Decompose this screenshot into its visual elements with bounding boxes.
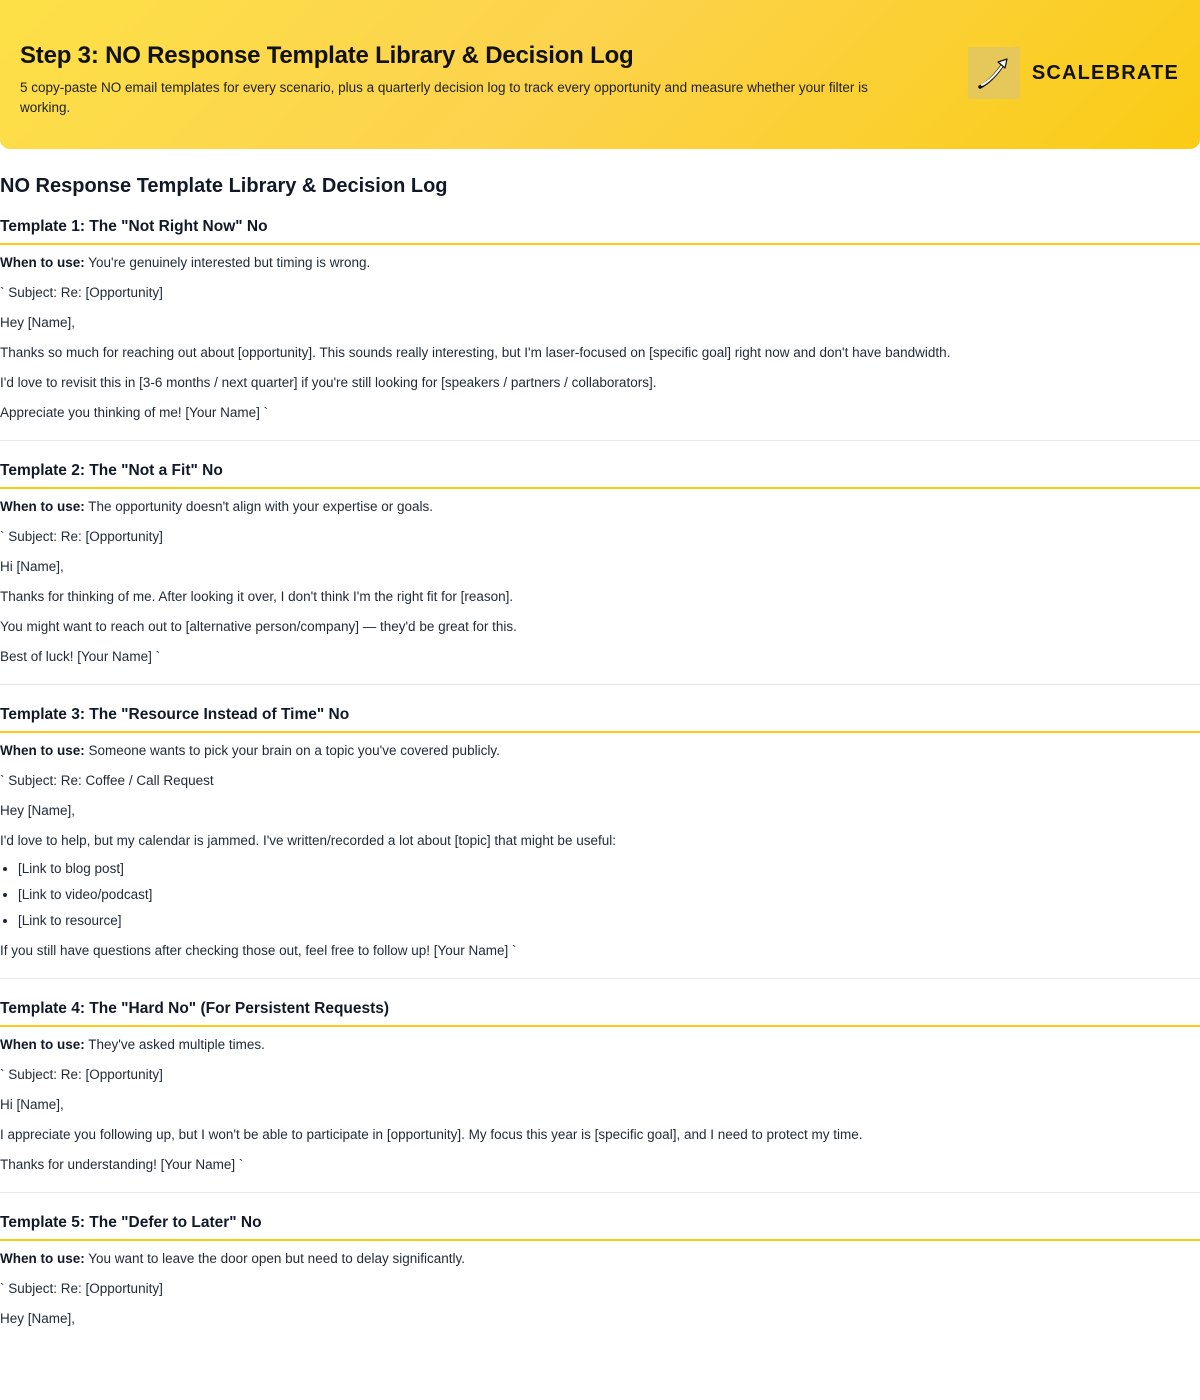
- template-line: ` Subject: Re: [Opportunity]: [0, 285, 163, 300]
- template-section: Template 1: The "Not Right Now" No When t…: [0, 198, 1200, 441]
- template-line: Best of luck! [Your Name] `: [0, 649, 161, 664]
- when-to-use: When to use: The opportunity doesn't ali…: [0, 497, 1200, 517]
- template-line: You might want to reach out to [alternat…: [0, 619, 517, 634]
- when-to-use-label: When to use:: [0, 255, 85, 270]
- document-title: NO Response Template Library & Decision …: [0, 175, 448, 197]
- template-title: Template 1: The "Not Right Now" No: [0, 198, 1200, 245]
- template-title: Template 5: The "Defer to Later" No: [0, 1193, 1200, 1241]
- brand: SCALEBRATE: [967, 47, 1179, 99]
- template-closing: If you still have questions after checki…: [0, 943, 517, 958]
- template-line: I'd love to revisit this in [3-6 months …: [0, 375, 657, 390]
- template-line: ` Subject: Re: [Opportunity]: [0, 529, 163, 544]
- template-title: Template 4: The "Hard No" (For Persisten…: [0, 979, 1200, 1027]
- template-line: ` Subject: Re: [Opportunity]: [0, 1281, 163, 1296]
- when-to-use-label: When to use:: [0, 499, 85, 514]
- page-header: Step 3: NO Response Template Library & D…: [0, 0, 1200, 149]
- template-line: Hi [Name],: [0, 1097, 64, 1112]
- template-title: Template 3: The "Resource Instead of Tim…: [0, 685, 1200, 733]
- template-line: Hey [Name],: [0, 803, 76, 818]
- template-line: Hi [Name],: [0, 559, 64, 574]
- when-to-use: When to use: You want to leave the door …: [0, 1249, 1200, 1269]
- list-item: [Link to video/podcast]: [18, 885, 1200, 905]
- template-section: Template 2: The "Not a Fit" No When to us…: [0, 441, 1200, 685]
- template-line: I'd love to help, but my calendar is jam…: [0, 833, 616, 848]
- when-to-use-text: They've asked multiple times.: [88, 1037, 265, 1052]
- document-body: NO Response Template Library & Decision …: [0, 174, 1200, 1346]
- when-to-use-text: The opportunity doesn't align with your …: [88, 499, 434, 514]
- template-line: Thanks so much for reaching out about [o…: [0, 345, 951, 360]
- template-line: Thanks for thinking of me. After looking…: [0, 589, 514, 604]
- template-section: Template 5: The "Defer to Later" No When …: [0, 1193, 1200, 1346]
- template-line: Appreciate you thinking of me! [Your Nam…: [0, 405, 269, 420]
- header-subtitle: 5 copy-paste NO email templates for ever…: [20, 80, 868, 115]
- when-to-use-label: When to use:: [0, 1037, 85, 1052]
- when-to-use: When to use: You're genuinely interested…: [0, 253, 1200, 273]
- when-to-use-text: Someone wants to pick your brain on a to…: [88, 743, 500, 758]
- when-to-use-label: When to use:: [0, 743, 85, 758]
- template-line: ` Subject: Re: Coffee / Call Request: [0, 773, 214, 788]
- template-line: Thanks for understanding! [Your Name] `: [0, 1157, 244, 1172]
- when-to-use-text: You're genuinely interested but timing i…: [88, 255, 371, 270]
- when-to-use-text: You want to leave the door open but need…: [88, 1251, 466, 1266]
- template-line: Hey [Name],: [0, 1311, 76, 1326]
- when-to-use: When to use: Someone wants to pick your …: [0, 741, 1200, 761]
- brand-name: SCALEBRATE: [1031, 61, 1179, 84]
- template-line: Hey [Name],: [0, 315, 76, 330]
- list-item: [Link to blog post]: [18, 859, 1200, 879]
- template-line: ` Subject: Re: [Opportunity]: [0, 1067, 163, 1082]
- list-item: [Link to resource]: [18, 911, 1200, 931]
- template-section: Template 4: The "Hard No" (For Persisten…: [0, 979, 1200, 1193]
- when-to-use: When to use: They've asked multiple time…: [0, 1035, 1200, 1055]
- template-section: Template 3: The "Resource Instead of Tim…: [0, 685, 1200, 979]
- when-to-use-label: When to use:: [0, 1251, 85, 1266]
- upward-arrow-icon: [967, 47, 1020, 99]
- resource-link-list: [Link to blog post] [Link to video/podcas…: [0, 859, 1200, 931]
- template-line: I appreciate you following up, but I won…: [0, 1127, 863, 1142]
- template-list: Template 1: The "Not Right Now" No When t…: [0, 198, 1200, 1346]
- template-title: Template 2: The "Not a Fit" No: [0, 441, 1200, 489]
